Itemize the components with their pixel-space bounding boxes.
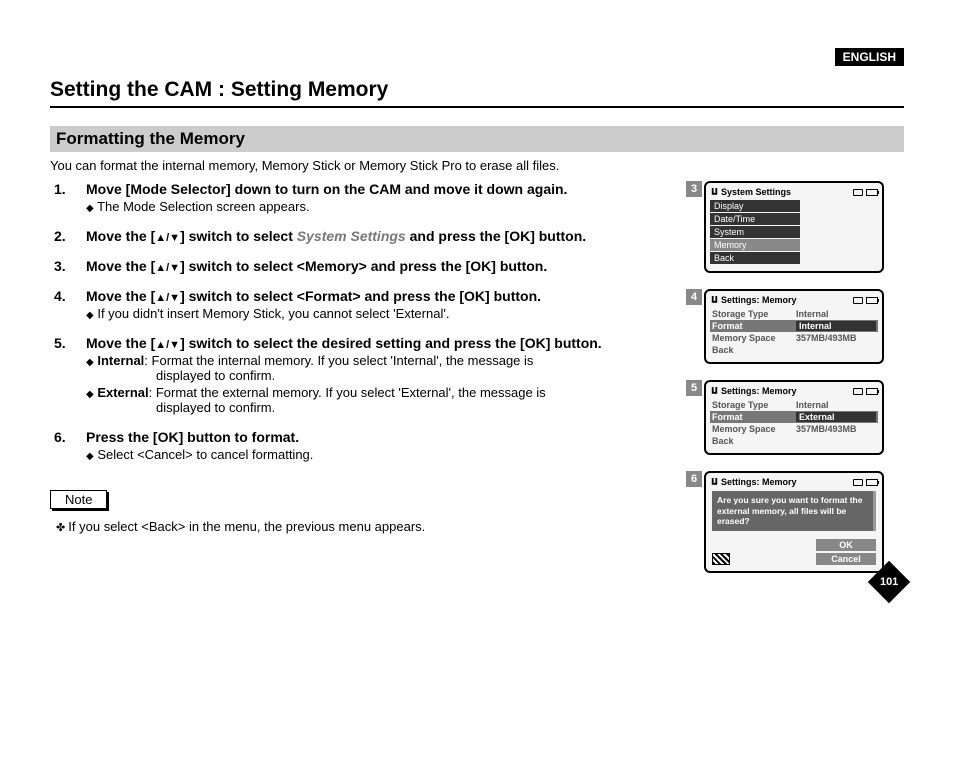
step-6-text: Press the [OK] button to format.: [86, 429, 692, 445]
confirm-dialog: Are you sure you want to format the exte…: [712, 491, 876, 531]
step-4-text: Move the [▲/▼] switch to select <Format>…: [86, 288, 692, 304]
step-1-bullet: ◆ The Mode Selection screen appears.: [86, 199, 692, 214]
dialog-cancel-button: Cancel: [816, 553, 876, 565]
kv-row-selected: FormatExternal: [710, 411, 878, 423]
kv-row: Storage TypeInternal: [710, 308, 878, 320]
note-text: If you select <Back> in the menu, the pr…: [50, 519, 692, 534]
section-subtitle: Formatting the Memory: [50, 126, 904, 152]
tools-icon: [710, 188, 719, 197]
screen-6-number: 6: [686, 471, 702, 487]
battery-icon: [866, 297, 878, 304]
step-2: Move the [▲/▼] switch to select System S…: [50, 228, 692, 244]
dialog-message: Are you sure you want to format the exte…: [717, 495, 868, 527]
screen-5: 5 Settings: Memory Storage TypeInternal …: [704, 380, 904, 455]
step-2-text: Move the [▲/▼] switch to select System S…: [86, 228, 692, 244]
step-5-bullet-1: ◆ Internal: Format the internal memory. …: [86, 353, 692, 368]
tools-icon: [710, 478, 719, 487]
step-4-bullet: ◆ If you didn't insert Memory Stick, you…: [86, 306, 692, 321]
kv-row: Memory Space357MB/493MB: [710, 332, 878, 344]
kv-row: Back: [710, 435, 878, 447]
menu-item-selected: Memory: [710, 239, 800, 251]
intro-text: You can format the internal memory, Memo…: [50, 158, 904, 173]
kv-row: Memory Space357MB/493MB: [710, 423, 878, 435]
screen-4-number: 4: [686, 289, 702, 305]
card-icon: [853, 297, 863, 304]
kv-row: Back: [710, 344, 878, 356]
screen-6-title: Settings: Memory: [721, 477, 797, 487]
tools-icon: [710, 296, 719, 305]
menu-item: Date/Time: [710, 213, 800, 225]
step-5: Move the [▲/▼] switch to select the desi…: [50, 335, 692, 415]
stripe-icon: [712, 553, 730, 565]
step-1-text: Move [Mode Selector] down to turn on the…: [86, 181, 692, 197]
card-icon: [853, 388, 863, 395]
kv-row-selected: FormatInternal: [710, 320, 878, 332]
page-title: Setting the CAM : Setting Memory: [50, 78, 904, 108]
card-icon: [853, 479, 863, 486]
screen-3-title: System Settings: [721, 187, 791, 197]
step-5-text: Move the [▲/▼] switch to select the desi…: [86, 335, 692, 351]
step-6: Press the [OK] button to format. ◆ Selec…: [50, 429, 692, 462]
tools-icon: [710, 387, 719, 396]
screen-3: 3 System Settings Display Date/Time Syst…: [704, 181, 904, 273]
card-icon: [853, 189, 863, 196]
menu-item: System: [710, 226, 800, 238]
battery-icon: [866, 388, 878, 395]
step-5-bullet-2-cont: displayed to confirm.: [86, 400, 692, 415]
dialog-ok-button: OK: [816, 539, 876, 551]
step-3-text: Move the [▲/▼] switch to select <Memory>…: [86, 258, 692, 274]
step-1: Move [Mode Selector] down to turn on the…: [50, 181, 692, 214]
screen-5-title: Settings: Memory: [721, 386, 797, 396]
step-3: Move the [▲/▼] switch to select <Memory>…: [50, 258, 692, 274]
screen-4-title: Settings: Memory: [721, 295, 797, 305]
screen-6: 6 Settings: Memory Are you sure you want…: [704, 471, 904, 573]
step-5-bullet-2: ◆ External: Format the external memory. …: [86, 385, 692, 400]
step-6-bullet: ◆ Select <Cancel> to cancel formatting.: [86, 447, 692, 462]
screen-5-number: 5: [686, 380, 702, 396]
screen-4: 4 Settings: Memory Storage TypeInternal …: [704, 289, 904, 364]
note-label: Note: [50, 490, 107, 509]
screen-3-number: 3: [686, 181, 702, 197]
kv-row: Storage TypeInternal: [710, 399, 878, 411]
menu-item: Back: [710, 252, 800, 264]
step-4: Move the [▲/▼] switch to select <Format>…: [50, 288, 692, 321]
battery-icon: [866, 479, 878, 486]
language-badge: ENGLISH: [835, 48, 904, 66]
battery-icon: [866, 189, 878, 196]
menu-item: Display: [710, 200, 800, 212]
step-5-bullet-1-cont: displayed to confirm.: [86, 368, 692, 383]
